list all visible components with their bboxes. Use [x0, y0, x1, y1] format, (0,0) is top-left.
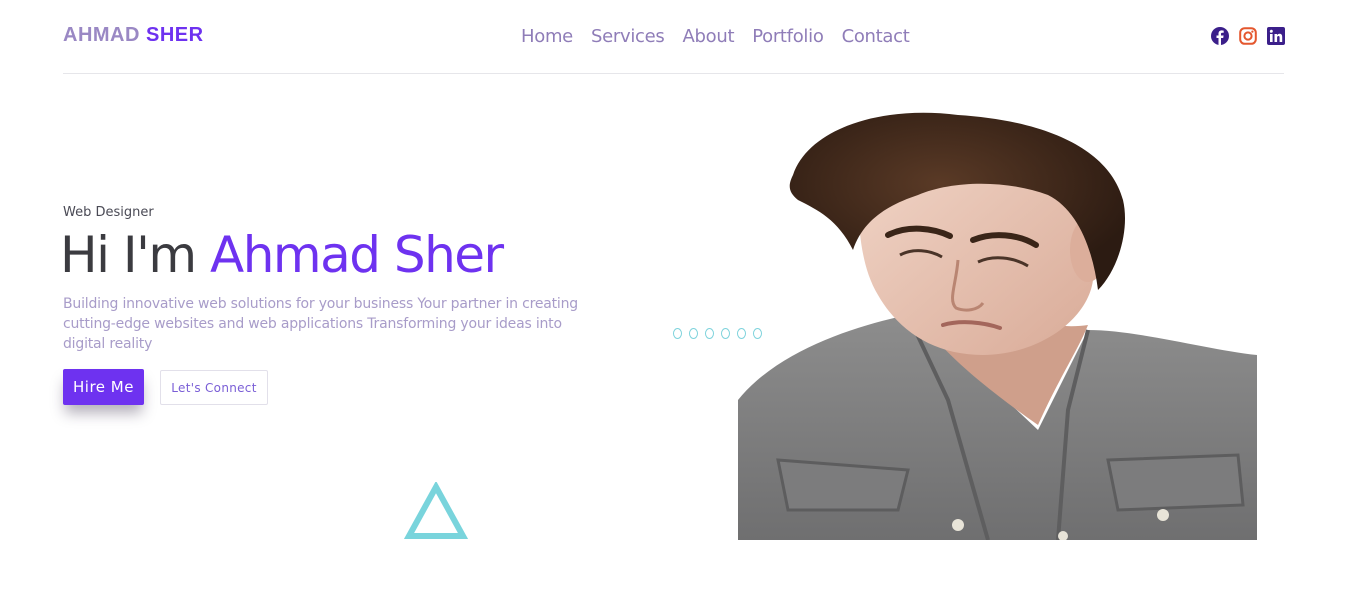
brand-logo[interactable]: AHMAD SHER: [63, 24, 204, 47]
hero-headline: Hi I'm Ahmad Sher: [60, 226, 504, 284]
decorative-dot: [689, 328, 698, 339]
decorative-triangle-icon: [403, 480, 469, 544]
main-nav: Home Services About Portfolio Contact: [521, 26, 910, 47]
decorative-dot: [721, 328, 730, 339]
nav-item-portfolio[interactable]: Portfolio: [752, 26, 824, 47]
nav-item-about[interactable]: About: [682, 26, 734, 47]
nav-item-home[interactable]: Home: [521, 26, 573, 47]
lets-connect-button[interactable]: Let's Connect: [160, 370, 268, 405]
header-divider: [63, 73, 1284, 74]
linkedin-icon[interactable]: [1267, 27, 1285, 45]
facebook-icon[interactable]: [1211, 27, 1229, 45]
nav-item-contact[interactable]: Contact: [842, 26, 910, 47]
social-links: [1211, 27, 1285, 45]
brand-last-name: SHER: [146, 24, 204, 46]
brand-first-name: AHMAD: [63, 24, 140, 46]
hero-description: Building innovative web solutions for yo…: [63, 296, 578, 352]
nav-item-services[interactable]: Services: [591, 26, 665, 47]
hero-greeting: Hi I'm: [60, 226, 197, 284]
profile-portrait: [738, 100, 1257, 540]
decorative-dot: [705, 328, 714, 339]
hero-name: Ahmad Sher: [210, 226, 504, 284]
hire-me-button[interactable]: Hire Me: [63, 369, 144, 405]
page: AHMAD SHER Home Services About Portfolio…: [0, 0, 1347, 604]
decorative-dot: [673, 328, 682, 339]
hero-eyebrow: Web Designer: [63, 205, 154, 220]
instagram-icon[interactable]: [1239, 27, 1257, 45]
